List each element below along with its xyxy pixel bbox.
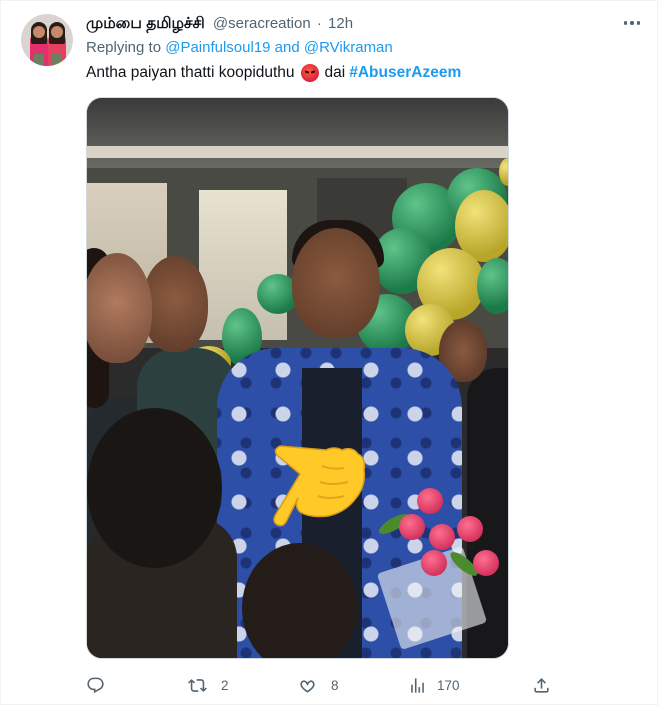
avatar[interactable] xyxy=(21,14,73,66)
tweet-header: மும்பை தமிழச்சி @seracreation · 12h xyxy=(86,14,353,34)
replying-to: Replying to @Painfulsoul19 and @RVikrama… xyxy=(86,38,393,58)
reply-icon xyxy=(87,677,104,693)
views-button[interactable]: 170 xyxy=(408,673,460,697)
views-count: 170 xyxy=(437,677,460,693)
share-icon xyxy=(534,677,549,693)
tweet-media-image[interactable] xyxy=(86,97,509,659)
tweet-actions: 2 8 170 xyxy=(86,673,556,697)
tweet-text: Antha paiyan thatti koopiduthu dai #Abus… xyxy=(86,62,461,84)
retweet-button[interactable]: 2 xyxy=(188,673,229,697)
display-name[interactable]: மும்பை தமிழச்சி xyxy=(86,15,205,32)
replying-to-label: Replying to xyxy=(86,39,162,56)
tweet-text-part1: Antha paiyan thatti koopiduthu xyxy=(86,64,295,81)
tweet-card[interactable]: மும்பை தமிழச்சி @seracreation · 12h Repl… xyxy=(0,0,658,705)
retweet-icon xyxy=(188,678,207,692)
flower-bouquet xyxy=(376,488,502,608)
replying-to-users[interactable]: @Painfulsoul19 and @RVikraman xyxy=(165,39,393,56)
reply-button[interactable] xyxy=(86,673,119,697)
like-button[interactable]: 8 xyxy=(298,673,339,697)
more-options-icon[interactable] xyxy=(621,13,643,33)
user-handle[interactable]: @seracreation xyxy=(213,15,311,32)
angry-face-icon xyxy=(300,64,319,82)
separator-dot: · xyxy=(316,15,322,32)
heart-icon xyxy=(300,679,315,693)
pointing-hand-icon xyxy=(273,445,366,527)
hashtag-link[interactable]: #AbuserAzeem xyxy=(349,62,461,84)
like-count: 8 xyxy=(331,677,339,693)
views-icon xyxy=(411,677,424,693)
retweet-count: 2 xyxy=(221,677,229,693)
tweet-text-part2: dai xyxy=(324,64,346,81)
share-button[interactable] xyxy=(532,673,551,697)
timestamp[interactable]: 12h xyxy=(328,15,353,32)
balloon xyxy=(477,258,508,314)
